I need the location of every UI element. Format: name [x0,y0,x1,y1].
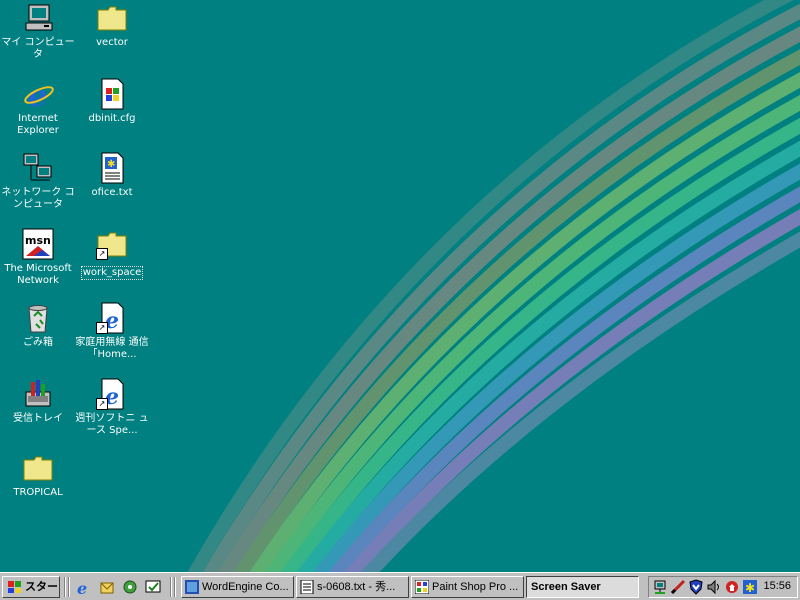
task-button-wordengine[interactable]: WordEngine Co... [181,576,294,598]
ie-shortcut-icon: e ↗ [96,302,128,334]
display-tray-icon[interactable]: ✱ [742,579,758,595]
desktop-icon-internet-explorer[interactable]: e Internet Explorer [0,78,76,137]
wordengine-icon [185,580,199,594]
recycle-bin-icon [22,302,54,334]
desktop-icon-label: dbinit.cfg [88,113,136,124]
desktop-icon-vector[interactable]: vector [74,2,150,49]
svg-text:✱: ✱ [107,159,115,170]
speaker-tray-icon[interactable] [706,579,722,595]
desktop-icon-ofice[interactable]: ✱ ofice.txt [74,152,150,199]
shortcut-arrow-icon: ↗ [96,322,108,334]
msn-icon: msn [22,228,54,260]
taskbar-divider [68,577,70,597]
desktop-icon-label: 週刊ソフトニ ュース Spe... [75,413,149,436]
windows-file-icon [96,78,128,110]
svg-text:e: e [77,579,87,595]
folder-icon [96,2,128,34]
svg-text:msn: msn [25,234,51,247]
paintshop-icon [415,580,429,594]
windows-logo-icon [8,581,21,593]
desktop-icon-recycle-bin[interactable]: ごみ箱 [0,302,76,349]
inbox-icon [22,378,54,410]
desktop-icon-label: The Microsoft Network [4,263,72,286]
taskbar-divider [174,577,176,597]
desktop-icon-label: ofice.txt [91,187,133,198]
desktop-icon-label: ネットワーク コンピュータ [1,187,75,210]
start-label: スタート [25,581,59,593]
task-button-label: Paint Shop Pro ... [432,581,519,593]
notepad-icon [300,580,314,594]
taskbar: スタート e WordEngine Co... s-0608.txt - 秀..… [0,572,800,600]
shortcut-arrow-icon: ↗ [96,398,108,410]
desktop-icon-label: 受信トレイ [13,413,63,424]
desktop[interactable]: マイ コンピュータ e Internet Explorer ネットワーク コンピ… [0,0,800,572]
text-file-icon: ✱ [96,152,128,184]
desktop-icon-label: work_space [80,266,144,280]
desktop-icon-tropical[interactable]: TROPICAL [0,452,76,499]
shield-tray-icon[interactable] [688,579,704,595]
system-tray: ✱ 15:56 [648,576,798,598]
update-tray-icon[interactable] [724,579,740,595]
start-button[interactable]: スタート [2,576,60,598]
network-tray-icon[interactable] [652,579,668,595]
quick-launch-desktop-icon[interactable] [145,579,161,595]
desktop-icon-my-computer[interactable]: マイ コンピュータ [0,2,76,61]
desktop-icon-inbox[interactable]: 受信トレイ [0,378,76,425]
task-button-label: s-0608.txt - 秀... [317,581,396,593]
desktop-icon-home-wireless[interactable]: e ↗ 家庭用無線 通信「Home... [74,302,150,361]
desktop-icon-work-space[interactable]: ↗ work_space [74,228,150,280]
desktop-icon-label: TROPICAL [13,487,63,498]
desktop-icon-label: Internet Explorer [17,113,59,136]
desktop-icon-label: vector [96,37,128,48]
desktop-icon-label: 家庭用無線 通信「Home... [75,337,149,360]
folder-shortcut-icon: ↗ [96,228,128,260]
desktop-icon-label: マイ コンピュータ [1,37,75,60]
network-computer-icon [22,152,54,184]
task-button-paint-shop-pro[interactable]: Paint Shop Pro ... [411,576,524,598]
quick-launch-outlook-icon[interactable] [99,579,115,595]
pen-tray-icon[interactable] [670,579,686,595]
taskbar-divider [64,577,66,597]
ie-shortcut-icon: e ↗ [96,378,128,410]
task-button-notepad[interactable]: s-0608.txt - 秀... [296,576,409,598]
desktop-icon-msn[interactable]: msn The Microsoft Network [0,228,76,287]
taskbar-divider [170,577,172,597]
task-button-label: Screen Saver [531,581,601,593]
my-computer-icon [22,2,54,34]
folder-icon [22,452,54,484]
internet-explorer-icon: e [22,78,54,114]
desktop-icon-dbinit[interactable]: dbinit.cfg [74,78,150,125]
desktop-icon-label: ごみ箱 [23,337,53,348]
task-button-label: WordEngine Co... [202,581,289,593]
desktop-icon-weekly-news[interactable]: e ↗ 週刊ソフトニ ュース Spe... [74,378,150,437]
svg-text:✱: ✱ [745,581,755,595]
quick-launch-ie-icon[interactable]: e [76,579,92,595]
clock[interactable]: 15:56 [763,580,791,592]
task-button-screen-saver[interactable]: Screen Saver [526,576,639,598]
desktop-icon-network[interactable]: ネットワーク コンピュータ [0,152,76,211]
shortcut-arrow-icon: ↗ [96,248,108,260]
quick-launch-channel-icon[interactable] [122,579,138,595]
